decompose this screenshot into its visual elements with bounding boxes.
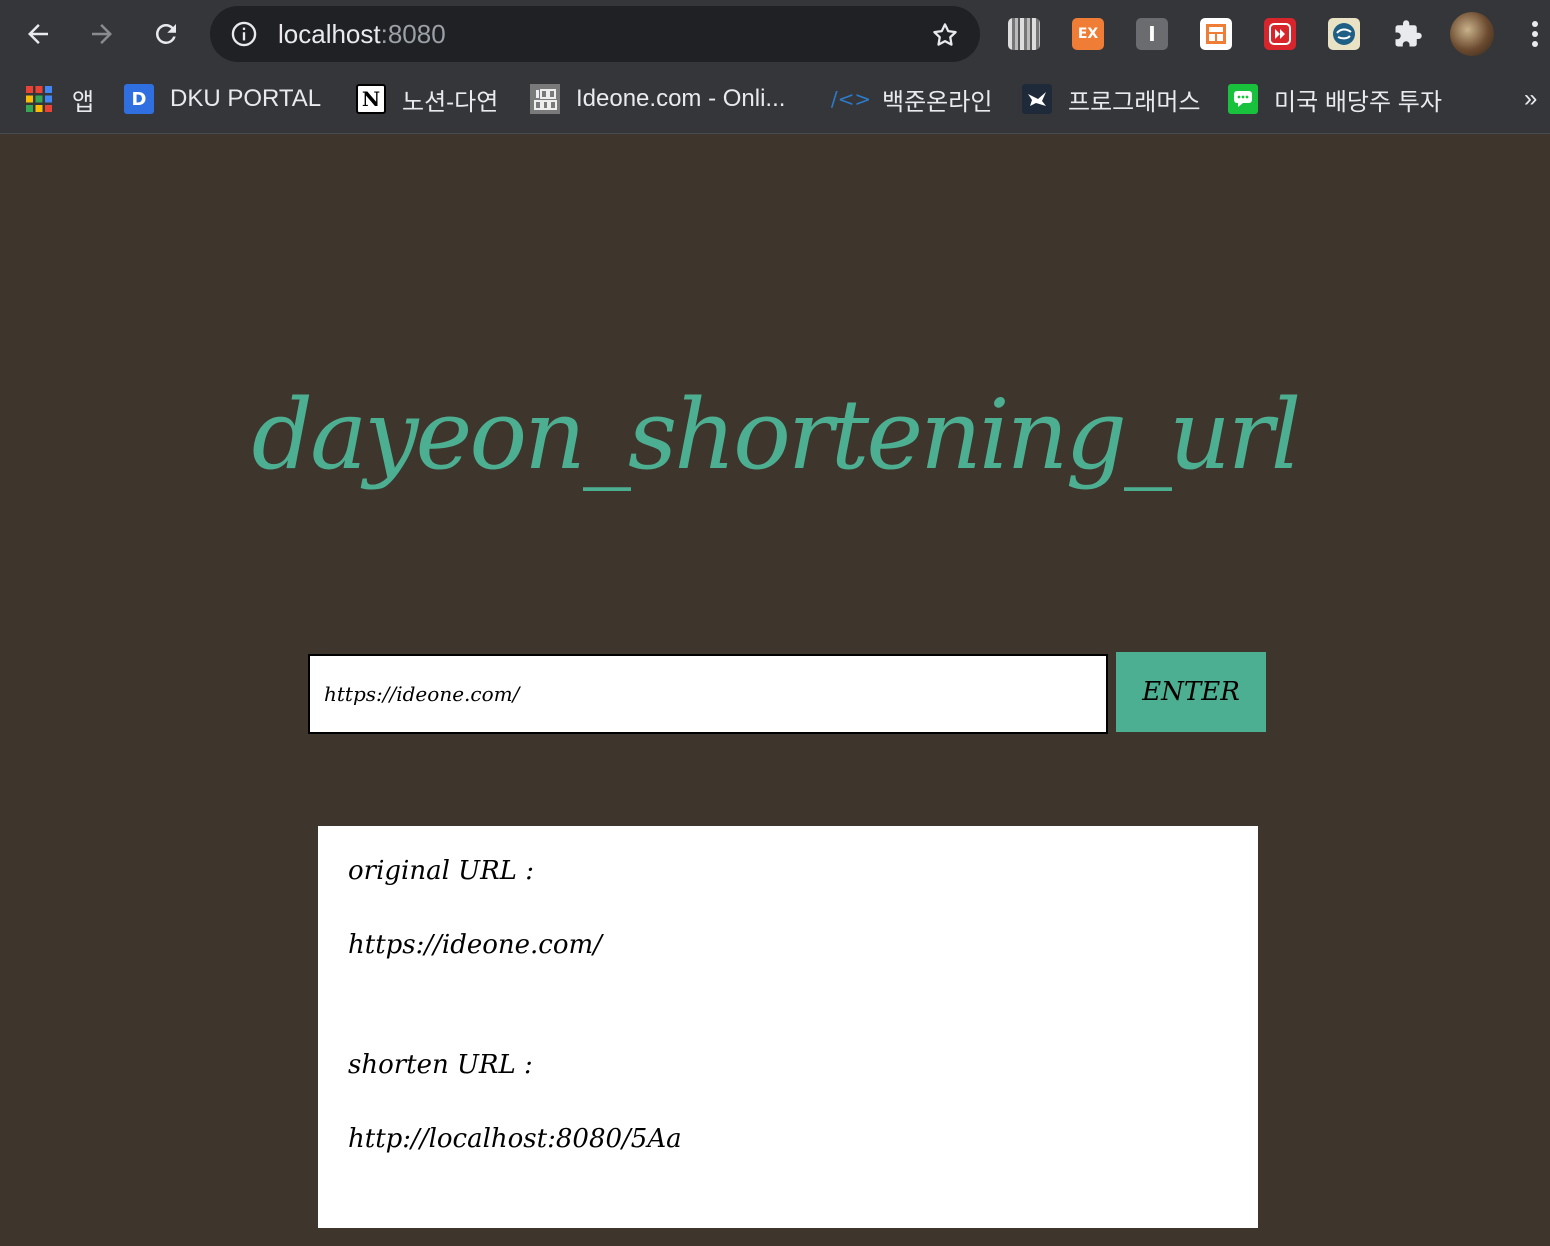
bookmark-dku-portal[interactable]: D DKU PORTAL: [124, 82, 321, 116]
bookmark-baekjoon-label: 백준온라인: [882, 88, 993, 116]
ex-extension-label: EX: [1077, 26, 1099, 42]
shorten-url-value[interactable]: http://localhost:8080/5Aa: [348, 1124, 682, 1154]
profile-avatar[interactable]: [1450, 12, 1494, 56]
original-url-label: original URL :: [348, 856, 534, 886]
puzzle-glyph: [1395, 20, 1422, 47]
shorten-url-label: shorten URL :: [348, 1050, 533, 1080]
ideone-glyph: [530, 84, 560, 114]
bookmark-notion[interactable]: N 노션-다연: [356, 82, 498, 116]
bookmark-notion-label: 노션-다연: [402, 88, 499, 116]
page-title: dayeon_shortening_url: [251, 379, 1302, 491]
chat-glyph: [1234, 91, 1252, 107]
chat-icon: [1228, 84, 1258, 114]
extensions-puzzle-icon[interactable]: [1392, 18, 1424, 50]
notion-icon: N: [356, 84, 386, 114]
apps-grid-glyph: [26, 86, 52, 112]
page-content: dayeon_shortening_url ENTER original URL…: [0, 135, 1550, 1246]
kebab-glyph: [1532, 21, 1538, 47]
dku-portal-icon: D: [124, 84, 154, 114]
bookmark-ideone[interactable]: Ideone.com - Onli...: [530, 82, 785, 116]
layout-extension-icon[interactable]: [1200, 18, 1232, 50]
fast-forward-extension-icon[interactable]: [1264, 18, 1296, 50]
layout-glyph: [1206, 24, 1226, 44]
result-panel: original URL : https://ideone.com/ short…: [318, 826, 1258, 1228]
address-bar[interactable]: localhost:8080: [210, 6, 980, 62]
more-bookmarks-label: »: [1524, 85, 1538, 112]
bookmark-dku-label: DKU PORTAL: [170, 85, 322, 112]
bookmark-programmers-label: 프로그래머스: [1068, 88, 1201, 116]
menu-kebab-icon[interactable]: [1520, 18, 1550, 50]
programmers-icon: [1022, 84, 1052, 114]
bookmark-star-icon[interactable]: [930, 20, 960, 50]
barcode-extension-icon[interactable]: [1008, 18, 1040, 50]
baekjoon-icon: /<>: [830, 87, 872, 111]
bookmarks-bar: 앱 D DKU PORTAL N 노션-다연 Ideone.com - Onli…: [0, 68, 1550, 134]
enter-button[interactable]: ENTER: [1116, 652, 1266, 732]
back-arrow-icon: [28, 24, 48, 44]
ideone-icon: [530, 84, 560, 114]
bookmark-apps[interactable]: 앱: [24, 82, 94, 116]
forward-button[interactable]: [82, 14, 122, 54]
programmers-glyph: [1028, 92, 1046, 106]
i-extension-label: I: [1148, 22, 1156, 46]
globe-extension-icon[interactable]: [1328, 18, 1360, 50]
reload-button[interactable]: [146, 14, 186, 54]
ex-extension-icon[interactable]: EX: [1072, 18, 1104, 50]
bookmark-ideone-label: Ideone.com - Onli...: [576, 85, 786, 112]
i-extension-icon[interactable]: I: [1136, 18, 1168, 50]
back-button[interactable]: [18, 14, 58, 54]
bookmark-dividend[interactable]: 미국 배당주 투자: [1228, 82, 1442, 116]
address-port: :8080: [380, 19, 446, 49]
more-bookmarks-button[interactable]: »: [1524, 82, 1537, 116]
address-host: localhost: [278, 19, 381, 49]
apps-grid-icon: [24, 84, 54, 114]
reload-icon: [155, 23, 176, 44]
browser-toolbar: localhost:8080 EX I: [0, 0, 1550, 68]
forward-arrow-icon: [92, 24, 112, 44]
bookmark-dividend-label: 미국 배당주 투자: [1274, 88, 1442, 116]
bookmark-apps-label: 앱: [72, 88, 95, 116]
address-text: localhost:8080: [278, 19, 446, 49]
bookmark-programmers[interactable]: 프로그래머스: [1022, 82, 1200, 116]
bookmark-baekjoon[interactable]: /<> 백준온라인: [830, 82, 993, 116]
original-url-value: https://ideone.com/: [348, 930, 602, 960]
site-info-icon[interactable]: [230, 20, 258, 48]
url-input[interactable]: [308, 654, 1108, 734]
fast-forward-glyph: [1269, 23, 1291, 45]
globe-glyph: [1333, 23, 1355, 45]
